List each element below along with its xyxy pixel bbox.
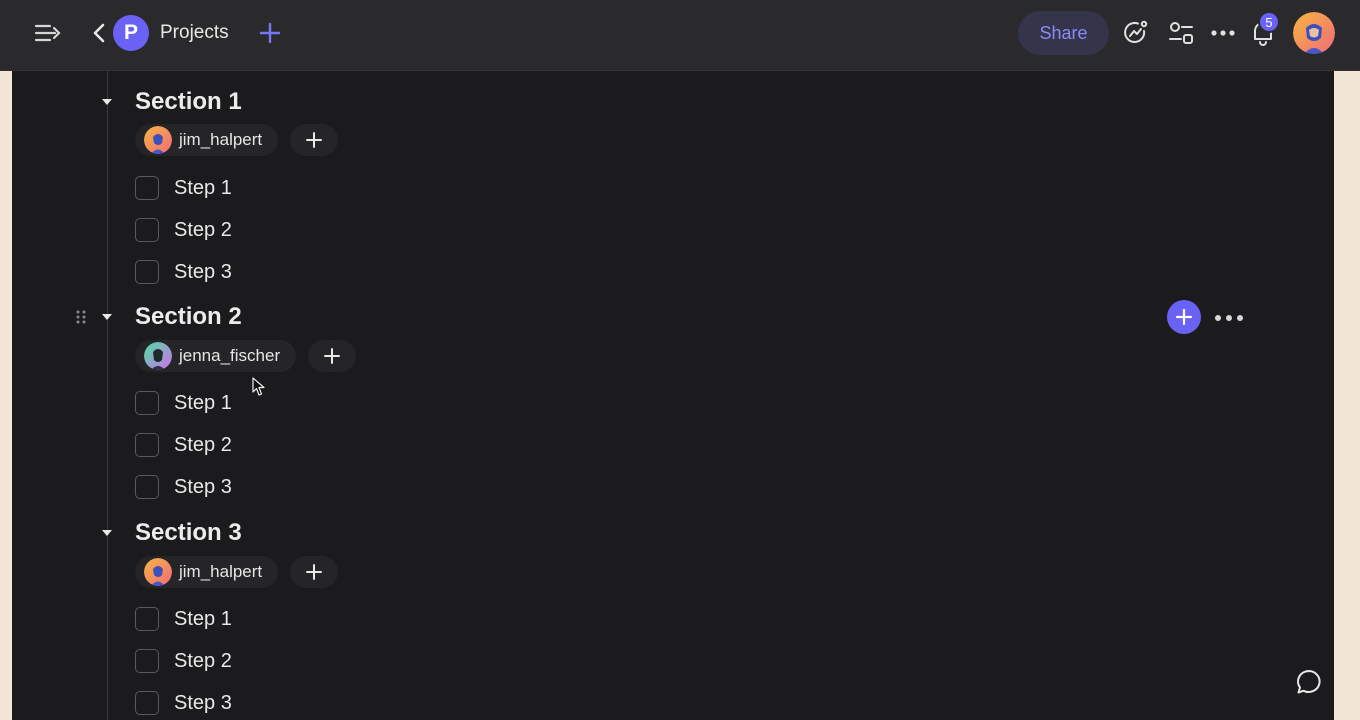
share-button[interactable]: Share — [1018, 11, 1109, 55]
project-title[interactable]: Projects — [160, 21, 229, 45]
checklist-item[interactable]: Step 3 — [135, 258, 232, 286]
assignee-chip[interactable]: jenna_fischer — [135, 340, 297, 372]
step-label[interactable]: Step 2 — [174, 219, 232, 242]
step-checkbox[interactable] — [135, 176, 159, 200]
top-bar: P Projects Share 5 — [0, 0, 1360, 71]
assignee-name: jim_halpert — [179, 562, 263, 581]
step-checkbox[interactable] — [135, 475, 159, 499]
checklist-canvas: Section 1 jim_halpert Step 1 Step 2 Step… — [12, 71, 1334, 720]
step-checkbox[interactable] — [135, 691, 159, 715]
menu-collapse-icon[interactable] — [33, 21, 61, 45]
chevron-left-icon[interactable] — [90, 21, 108, 45]
add-assignee-button[interactable] — [290, 124, 338, 156]
plus-icon — [324, 348, 340, 364]
assignee-avatar — [144, 126, 172, 154]
toggle-settings-icon[interactable] — [1167, 19, 1195, 47]
checklist-item[interactable]: Step 2 — [135, 647, 232, 675]
checklist-item[interactable]: Step 3 — [135, 689, 232, 717]
section-title[interactable]: Section 2 — [135, 302, 242, 332]
step-label[interactable]: Step 3 — [174, 476, 232, 499]
add-item-button[interactable] — [1167, 300, 1201, 334]
checklist-item[interactable]: Step 2 — [135, 431, 232, 459]
user-avatar[interactable] — [1293, 12, 1335, 54]
step-label[interactable]: Step 3 — [174, 692, 232, 715]
step-label[interactable]: Step 1 — [174, 392, 232, 415]
mouse-cursor-icon — [252, 377, 266, 397]
section-title[interactable]: Section 1 — [135, 87, 242, 117]
add-assignee-button[interactable] — [290, 556, 338, 588]
checklist-item[interactable]: Step 2 — [135, 216, 232, 244]
step-checkbox[interactable] — [135, 391, 159, 415]
step-checkbox[interactable] — [135, 260, 159, 284]
more-horizontal-icon[interactable] — [1209, 21, 1237, 45]
assignee-chip[interactable]: jim_halpert — [135, 556, 279, 588]
step-checkbox[interactable] — [135, 218, 159, 242]
assignee-avatar — [144, 342, 172, 370]
section-collapse-icon[interactable] — [102, 314, 112, 320]
assignee-chip[interactable]: jim_halpert — [135, 124, 279, 156]
step-checkbox[interactable] — [135, 433, 159, 457]
checklist-item[interactable]: Step 1 — [135, 389, 232, 417]
plus-icon — [306, 564, 322, 580]
section-collapse-icon[interactable] — [102, 99, 112, 105]
assignee-name: jenna_fischer — [179, 346, 281, 365]
assignee-avatar — [144, 558, 172, 586]
add-project-icon[interactable] — [258, 21, 282, 45]
notification-count-badge: 5 — [1258, 11, 1280, 33]
plus-icon — [306, 132, 322, 148]
checklist-item[interactable]: Step 1 — [135, 174, 232, 202]
sparkle-chart-icon[interactable] — [1122, 19, 1150, 47]
checklist-item[interactable]: Step 3 — [135, 473, 232, 501]
assignee-name: jim_halpert — [179, 130, 263, 149]
section-title[interactable]: Section 3 — [135, 518, 242, 548]
checklist-item[interactable]: Step 1 — [135, 605, 232, 633]
step-checkbox[interactable] — [135, 607, 159, 631]
chat-bubble-icon[interactable] — [1295, 668, 1323, 696]
section-collapse-icon[interactable] — [102, 530, 112, 536]
step-label[interactable]: Step 1 — [174, 608, 232, 631]
step-checkbox[interactable] — [135, 649, 159, 673]
timeline-line — [107, 71, 108, 720]
project-badge[interactable]: P — [113, 15, 149, 51]
add-assignee-button[interactable] — [308, 340, 356, 372]
step-label[interactable]: Step 2 — [174, 434, 232, 457]
more-horizontal-icon[interactable] — [1213, 311, 1245, 323]
drag-handle-icon[interactable] — [75, 309, 87, 325]
step-label[interactable]: Step 2 — [174, 650, 232, 673]
step-label[interactable]: Step 1 — [174, 177, 232, 200]
plus-icon — [1175, 308, 1193, 326]
step-label[interactable]: Step 3 — [174, 261, 232, 284]
